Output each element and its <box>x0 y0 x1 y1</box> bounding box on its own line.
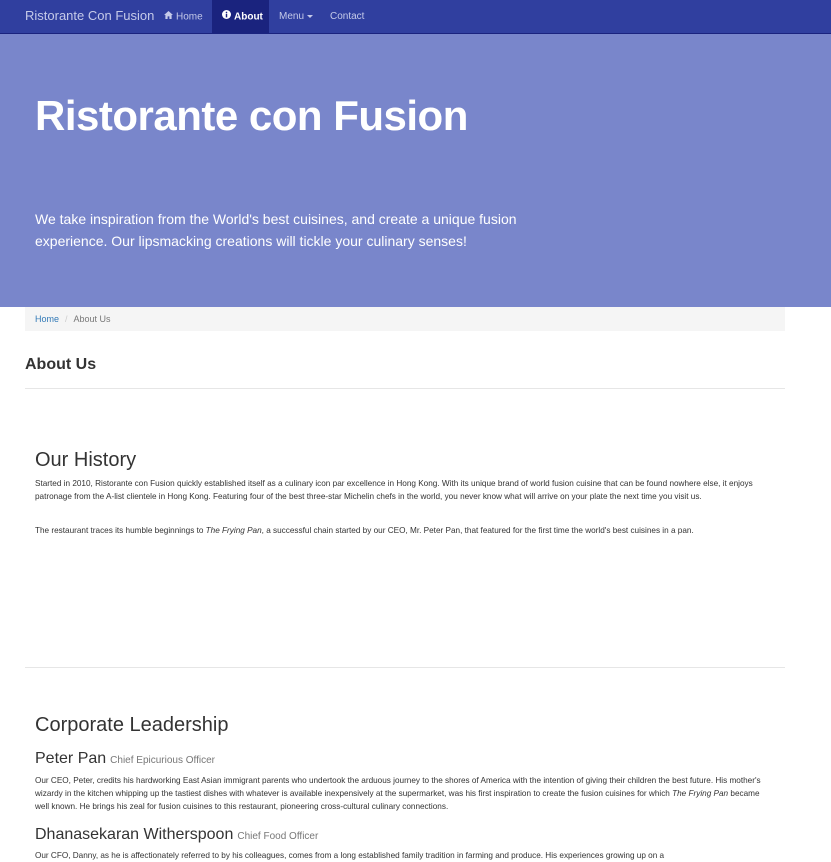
leader-name-text: Peter Pan <box>35 750 107 767</box>
history-paragraph-1: Started in 2010, Ristorante con Fusion q… <box>35 479 753 501</box>
nav-label-contact: Contact <box>330 11 365 22</box>
leader-name: Dhanasekaran Witherspoon Chief Food Offic… <box>35 826 318 844</box>
jumbotron-title: Ristorante con Fusion <box>35 92 468 139</box>
divider <box>25 667 785 668</box>
leader-bio-emphasis: The Frying Pan <box>672 789 729 798</box>
jumbotron-text: We take inspiration from the World's bes… <box>35 211 517 249</box>
nav-item-contact[interactable]: Contact <box>330 0 375 34</box>
nav-item-home[interactable]: Home <box>158 0 210 34</box>
history-p2-emphasis: The Frying Pan <box>205 526 262 535</box>
breadcrumb: Home / About Us <box>25 307 785 331</box>
history-p2-text: The restaurant traces its humble beginni… <box>35 526 206 535</box>
page-title: About Us <box>25 356 97 373</box>
leader-bio: Our CEO, Peter, credits his hardworking … <box>35 774 775 813</box>
divider <box>25 388 785 389</box>
leader-name-text: Dhanasekaran Witherspoon <box>35 826 234 843</box>
breadcrumb-home-link[interactable]: Home <box>35 314 59 324</box>
history-paragraph-2: The restaurant traces its humble beginni… <box>35 524 775 537</box>
navbar-brand[interactable]: Ristorante Con Fusion <box>25 8 154 23</box>
nav-label-menu: Menu <box>279 11 305 22</box>
nav-item-about[interactable]: About <box>212 0 269 34</box>
navbar: Ristorante Con Fusion Home About Menu Co… <box>0 0 831 34</box>
chevron-down-icon <box>307 14 314 18</box>
leader-role: Chief Food Officer <box>237 831 319 842</box>
history-p2-text-end: , a successful chain started by our CEO,… <box>261 526 694 535</box>
leader-role: Chief Epicurious Officer <box>110 755 216 766</box>
leader-bio-text: Our CEO, Peter, credits his hardworking … <box>35 776 761 798</box>
info-circle-icon <box>222 0 231 34</box>
nav-label-about: About <box>234 11 263 23</box>
history-title: Our History <box>35 449 137 471</box>
leadership-title: Corporate Leadership <box>35 714 229 736</box>
leader-name: Peter Pan Chief Epicurious Officer <box>35 750 215 768</box>
home-icon <box>164 0 173 34</box>
breadcrumb-current: About Us <box>73 314 111 324</box>
jumbotron: Ristorante con Fusion We take inspiratio… <box>0 34 831 307</box>
nav-item-menu[interactable]: Menu <box>279 0 319 34</box>
leader-bio: Our CFO, Danny, as he is affectionately … <box>35 851 665 860</box>
nav-label-home: Home <box>176 11 203 23</box>
breadcrumb-separator: / <box>65 314 68 324</box>
